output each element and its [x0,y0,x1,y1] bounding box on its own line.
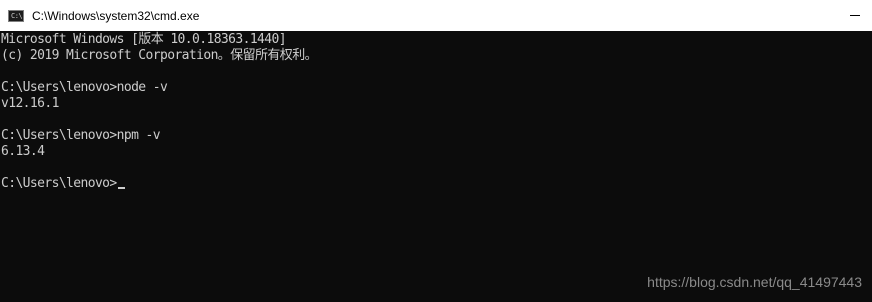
window-title: C:\Windows\system32\cmd.exe [32,8,200,23]
text-cursor [117,187,125,189]
console-line-node-version: v12.16.1 [1,96,59,111]
console-line-node-command: C:\Users\lenovo>node -v [1,80,168,95]
console-line-version: Microsoft Windows [版本 10.0.18363.1440] [1,32,287,47]
minimize-icon[interactable] [842,0,872,31]
cmd-console-icon[interactable]: C:\ [8,9,24,22]
title-bar[interactable]: C:\ C:\Windows\system32\cmd.exe [0,0,872,31]
console-line-npm-version: 6.13.4 [1,144,45,159]
cmd-icon-glyph: C:\ [11,11,23,20]
watermark: https://blog.csdn.net/qq_41497443 [647,274,862,290]
console-prompt: C:\Users\lenovo> [1,176,117,191]
console-prompt-line[interactable]: C:\Users\lenovo> [1,176,125,192]
cmd-window: C:\ C:\Windows\system32\cmd.exe Microsof… [0,0,872,302]
console-output[interactable]: Microsoft Windows [版本 10.0.18363.1440] (… [0,31,872,302]
console-line-copyright: (c) 2019 Microsoft Corporation。保留所有权利。 [1,48,318,63]
console-line-npm-command: C:\Users\lenovo>npm -v [1,128,161,143]
